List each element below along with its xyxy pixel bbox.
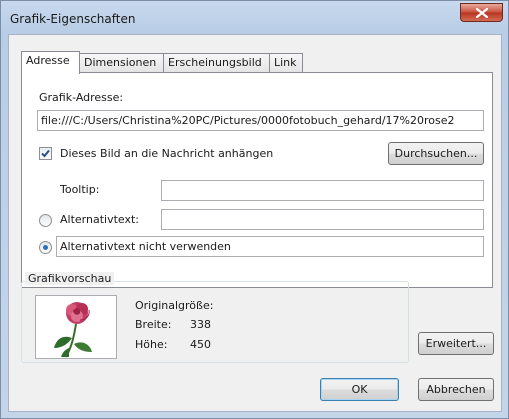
tab-erscheinungsbild[interactable]: Erscheinungsbild — [163, 53, 270, 73]
width-value: 338 — [190, 318, 211, 331]
tab-label: Link — [274, 56, 297, 69]
tab-dimensionen[interactable]: Dimensionen — [79, 53, 164, 73]
alt-text-input[interactable] — [161, 209, 484, 230]
window-title: Grafik-Eigenschaften — [10, 12, 136, 26]
image-preview — [35, 295, 117, 359]
tab-adresse[interactable]: Adresse — [21, 51, 80, 74]
alt-text-label: Alternativtext: — [60, 213, 139, 226]
no-alt-text-option[interactable]: Alternativtext nicht verwenden — [56, 236, 484, 257]
advanced-button-label: Erweitert... — [425, 337, 487, 350]
dialog-window: Grafik-Eigenschaften Adresse Dimensionen… — [0, 0, 509, 419]
no-alt-text-radio[interactable] — [39, 241, 52, 254]
tooltip-input[interactable] — [161, 180, 484, 201]
dialog-client-area: Adresse Dimensionen Erscheinungsbild Lin… — [8, 34, 502, 412]
tab-label: Adresse — [26, 54, 70, 67]
ok-button[interactable]: OK — [320, 378, 399, 401]
tab-panel-adresse: Grafik-Adresse: file:///C:/Users/Christi… — [21, 72, 493, 288]
tab-link[interactable]: Link — [269, 53, 303, 73]
browse-button[interactable]: Durchsuchen... — [388, 142, 484, 165]
attach-image-label: Dieses Bild an die Nachricht anhängen — [60, 147, 274, 160]
tab-label: Dimensionen — [84, 56, 157, 69]
width-label: Breite: — [135, 318, 172, 331]
image-address-input[interactable]: file:///C:/Users/Christina%20PC/Pictures… — [37, 110, 484, 131]
attach-image-checkbox[interactable] — [39, 147, 52, 160]
image-preview-group-label: Grafikvorschau — [25, 272, 115, 285]
original-size-label: Originalgröße: — [135, 299, 214, 312]
cancel-button-label: Abbrechen — [426, 383, 486, 396]
ok-button-label: OK — [351, 383, 368, 396]
advanced-button[interactable]: Erweitert... — [418, 332, 494, 355]
image-address-value: file:///C:/Users/Christina%20PC/Pictures… — [41, 114, 455, 127]
no-alt-text-label: Alternativtext nicht verwenden — [60, 240, 231, 253]
close-button[interactable] — [460, 3, 503, 22]
height-label: Höhe: — [135, 338, 168, 351]
tab-label: Erscheinungsbild — [168, 56, 262, 69]
tooltip-label: Tooltip: — [60, 183, 100, 196]
checkmark-icon — [41, 149, 50, 158]
cancel-button[interactable]: Abbrechen — [418, 378, 494, 401]
image-address-label: Grafik-Adresse: — [39, 91, 124, 104]
close-icon — [476, 8, 488, 18]
rose-image — [54, 302, 92, 358]
browse-button-label: Durchsuchen... — [394, 147, 478, 160]
alt-text-radio[interactable] — [39, 214, 52, 227]
height-value: 450 — [190, 338, 211, 351]
